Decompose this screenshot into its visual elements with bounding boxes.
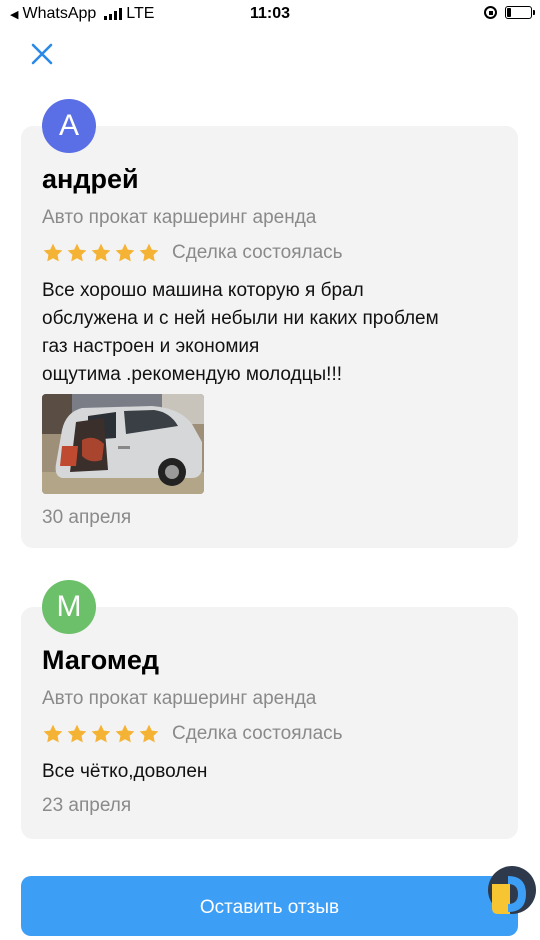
car-photo <box>42 394 204 494</box>
star-icon <box>139 243 159 262</box>
rotation-lock-icon <box>484 6 497 19</box>
review-photo[interactable] <box>42 394 204 494</box>
deal-status: Сделка состоялась <box>172 242 343 263</box>
star-icon <box>115 243 135 262</box>
avatar[interactable]: А <box>42 99 96 153</box>
star-icon <box>91 724 111 743</box>
avatar[interactable]: М <box>42 580 96 634</box>
star-icon <box>115 724 135 743</box>
clock: 11:03 <box>249 5 291 22</box>
review-category: Авто прокат каршеринг аренда <box>42 207 317 228</box>
close-icon <box>31 43 53 65</box>
rating-row: Сделка состоялась <box>42 722 343 746</box>
star-icon <box>43 243 63 262</box>
review-text: Все хорошо машина которую я брал обслуже… <box>42 280 439 385</box>
app-logo-button[interactable] <box>486 864 536 916</box>
close-button[interactable] <box>28 40 56 68</box>
deal-status: Сделка состоялась <box>172 723 343 744</box>
battery-icon <box>505 6 535 19</box>
star-icon <box>67 724 87 743</box>
rating-stars <box>42 242 160 264</box>
review-date: 30 апреля <box>42 507 132 528</box>
star-icon <box>67 243 87 262</box>
rating-stars <box>42 723 160 745</box>
star-icon <box>91 243 111 262</box>
leave-review-button[interactable]: Оставить отзыв <box>21 876 518 936</box>
reviewer-name[interactable]: андрей <box>42 163 139 195</box>
review-text: Все чётко,доволен <box>42 761 208 782</box>
star-icon <box>43 724 63 743</box>
star-icon <box>139 724 159 743</box>
review-date: 23 апреля <box>42 795 132 816</box>
reviewer-name[interactable]: Магомед <box>42 644 159 676</box>
status-bar: ◀ WhatsApp LTE 11:03 <box>0 0 540 28</box>
app-logo-icon <box>488 866 536 914</box>
review-category: Авто прокат каршеринг аренда <box>42 688 317 709</box>
rating-row: Сделка состоялась <box>42 241 343 265</box>
